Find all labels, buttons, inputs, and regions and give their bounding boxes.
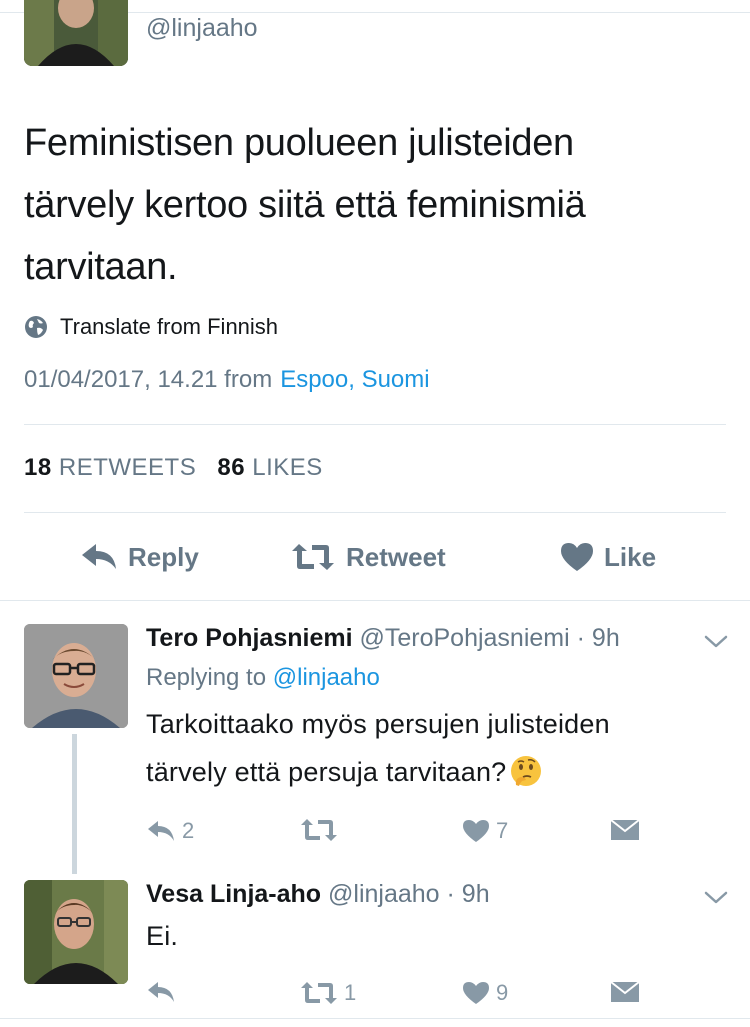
reply-avatar[interactable] bbox=[24, 624, 128, 728]
replying-to-handle[interactable]: @linjaaho bbox=[273, 664, 380, 691]
retweet-count: 1 bbox=[344, 980, 357, 1005]
retweets-label[interactable]: RETWEETS bbox=[59, 454, 196, 481]
reply-avatar[interactable] bbox=[24, 880, 128, 984]
direct-message-button[interactable] bbox=[610, 818, 640, 842]
heart-icon bbox=[463, 982, 489, 1004]
retweet-icon bbox=[301, 982, 337, 1004]
timestamp-text: 01/04/2017, 14.21 from bbox=[24, 366, 273, 393]
likes-label[interactable]: LIKES bbox=[252, 454, 323, 481]
direct-message-button[interactable] bbox=[610, 980, 640, 1004]
reply-icon bbox=[82, 544, 116, 569]
reply-text: Tarkoittaako myös persujen julisteiden t… bbox=[146, 700, 610, 796]
retweet-icon bbox=[292, 544, 334, 570]
retweets-count[interactable]: 18 bbox=[24, 454, 52, 481]
like-count: 9 bbox=[496, 980, 509, 1005]
reply-text-line: Ei. bbox=[146, 921, 179, 951]
like-label: Like bbox=[604, 541, 657, 572]
tweet-stats: 18 RETWEETS 86 LIKES bbox=[24, 454, 323, 482]
divider bbox=[24, 512, 726, 513]
reply-text-line: Tarkoittaako myös persujen julisteiden bbox=[146, 709, 610, 739]
thinking-face-icon bbox=[511, 756, 542, 786]
retweet-label: Retweet bbox=[346, 541, 446, 572]
reply-count: 2 bbox=[182, 818, 195, 843]
translate-link[interactable]: Translate from Finnish bbox=[24, 314, 278, 340]
retweet-button[interactable]: 1 bbox=[300, 980, 356, 1006]
envelope-icon bbox=[610, 981, 640, 1002]
reply-button[interactable] bbox=[146, 980, 182, 1004]
tweet-timestamp: 01/04/2017, 14.21 from Espoo, Suomi bbox=[24, 366, 430, 394]
reply-button[interactable]: 2 bbox=[146, 818, 194, 844]
replying-to: Replying to @linjaaho bbox=[146, 664, 380, 692]
heart-icon bbox=[463, 820, 489, 842]
divider bbox=[24, 424, 726, 425]
like-button[interactable]: Like bbox=[560, 532, 656, 582]
like-count: 7 bbox=[496, 818, 509, 843]
translate-label: Translate from Finnish bbox=[60, 314, 279, 339]
tweet-action-bar: Reply Retweet Like bbox=[0, 532, 750, 582]
thread-line bbox=[72, 734, 77, 874]
like-button[interactable]: 7 bbox=[462, 818, 508, 844]
reply-author-name[interactable]: Tero Pohjasniemi bbox=[146, 624, 353, 652]
author-avatar[interactable] bbox=[24, 0, 128, 66]
reply-text: Ei. bbox=[146, 912, 178, 960]
likes-count[interactable]: 86 bbox=[217, 454, 245, 481]
divider bbox=[0, 600, 750, 601]
reply-icon bbox=[148, 982, 174, 1002]
heart-icon bbox=[561, 543, 593, 571]
reply-author-handle[interactable]: @TeroPohjasniemi bbox=[359, 624, 569, 652]
envelope-icon bbox=[610, 819, 640, 840]
chevron-down-icon[interactable] bbox=[704, 634, 728, 650]
retweet-icon bbox=[301, 819, 337, 841]
globe-icon bbox=[25, 316, 47, 338]
replying-prefix: Replying to bbox=[146, 664, 267, 691]
reply-author-name[interactable]: Vesa Linja-aho bbox=[146, 880, 321, 908]
reply-header: Tero Pohjasniemi @TeroPohjasniemi · 9h bbox=[146, 624, 620, 653]
divider bbox=[0, 1018, 750, 1019]
retweet-button[interactable] bbox=[300, 818, 344, 842]
reply-icon bbox=[148, 821, 174, 841]
reply-time: · 9h bbox=[576, 624, 620, 652]
reply-text-line: tärvely että persuja tarvitaan? bbox=[146, 757, 507, 787]
tweet-text-line: tarvitaan. bbox=[24, 246, 178, 288]
reply-label: Reply bbox=[128, 541, 199, 572]
location-link[interactable]: Espoo, Suomi bbox=[280, 366, 429, 393]
tweet-text-line: tärvely kertoo siitä että feminismiä bbox=[24, 184, 586, 226]
reply-author-handle[interactable]: @linjaaho bbox=[328, 880, 440, 908]
reply-time: · 9h bbox=[446, 880, 490, 908]
chevron-down-icon[interactable] bbox=[704, 890, 728, 906]
author-handle[interactable]: @linjaaho bbox=[146, 14, 258, 43]
retweet-button[interactable]: Retweet bbox=[290, 532, 446, 582]
tweet-text-line: Feministisen puolueen julisteiden bbox=[24, 122, 574, 164]
like-button[interactable]: 9 bbox=[462, 980, 508, 1006]
reply-button[interactable]: Reply bbox=[80, 532, 199, 582]
reply-header: Vesa Linja-aho @linjaaho · 9h bbox=[146, 880, 490, 909]
reply-text-line-with-emoji: tärvely että persuja tarvitaan? bbox=[146, 748, 610, 796]
tweet-text: Feministisen puolueen julisteiden tärvel… bbox=[24, 112, 724, 298]
